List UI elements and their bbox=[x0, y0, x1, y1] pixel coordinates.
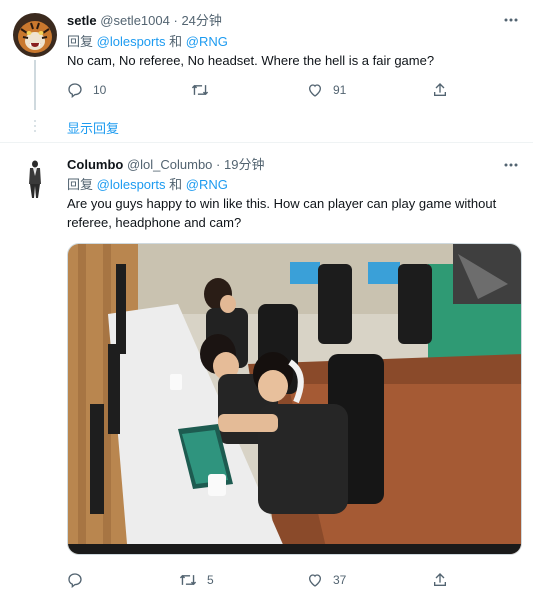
tweet-header: setle @setle1004 · 24分钟 bbox=[67, 12, 222, 29]
reply-prefix: 回复 bbox=[67, 177, 94, 192]
share-icon bbox=[434, 83, 446, 96]
mention-rng[interactable]: @RNG bbox=[186, 34, 228, 49]
standing-man-avatar[interactable] bbox=[13, 156, 57, 200]
tweet-text: Are you guys happy to win like this. How… bbox=[67, 196, 497, 230]
heart-icon bbox=[308, 574, 322, 587]
reply-button[interactable] bbox=[67, 570, 93, 590]
tweet-actions: 5 37 bbox=[67, 570, 467, 590]
user-handle[interactable]: @setle1004 bbox=[100, 13, 170, 28]
reply-button[interactable]: 10 bbox=[67, 80, 106, 100]
separator-dot: · bbox=[216, 157, 221, 172]
esports-stage-photo bbox=[68, 244, 521, 554]
separator-dot: · bbox=[173, 13, 178, 28]
more-options-icon[interactable] bbox=[503, 157, 519, 173]
timestamp[interactable]: 19分钟 bbox=[224, 157, 264, 172]
reply-icon bbox=[68, 83, 82, 98]
tweet-setle[interactable]: setle @setle1004 · 24分钟 回复 @lolesports 和… bbox=[0, 0, 533, 142]
tweet-text: No cam, No referee, No headset. Where th… bbox=[67, 53, 435, 68]
display-name[interactable]: setle bbox=[67, 13, 97, 28]
tweet-columbo[interactable]: Columbo @lol_Columbo · 19分钟 回复 @lolespor… bbox=[0, 142, 533, 594]
replying-to: 回复 @lolesports 和 @RNG bbox=[67, 176, 228, 193]
tiger-avatar[interactable] bbox=[13, 13, 57, 57]
like-button[interactable]: 37 bbox=[307, 570, 346, 590]
share-button[interactable] bbox=[432, 570, 448, 590]
reply-joiner: 和 bbox=[169, 177, 183, 192]
like-count: 91 bbox=[333, 83, 347, 97]
heart-icon bbox=[308, 84, 322, 97]
retweet-count: 5 bbox=[207, 573, 214, 587]
standing-man-avatar-image bbox=[13, 156, 57, 200]
reply-prefix: 回复 bbox=[67, 34, 94, 49]
show-replies-link[interactable]: 显示回复 bbox=[67, 118, 119, 137]
tweet-media-image[interactable] bbox=[67, 243, 522, 555]
reply-joiner: 和 bbox=[169, 34, 183, 49]
retweet-icon bbox=[191, 84, 209, 96]
tweet-actions: 10 91 bbox=[67, 80, 467, 100]
share-icon bbox=[434, 573, 446, 586]
like-count: 37 bbox=[333, 573, 347, 587]
more-options-icon[interactable] bbox=[503, 12, 519, 28]
thread-line bbox=[34, 60, 36, 110]
tweet-header: Columbo @lol_Columbo · 19分钟 bbox=[67, 156, 264, 173]
retweet-button[interactable] bbox=[191, 80, 219, 100]
retweet-button[interactable]: 5 bbox=[179, 570, 214, 590]
mention-lolesports[interactable]: @lolesports bbox=[97, 34, 166, 49]
tiger-avatar-image bbox=[13, 13, 57, 57]
like-button[interactable]: 91 bbox=[307, 80, 346, 100]
replying-to: 回复 @lolesports 和 @RNG bbox=[67, 33, 228, 50]
mention-rng[interactable]: @RNG bbox=[186, 177, 228, 192]
timestamp[interactable]: 24分钟 bbox=[181, 13, 221, 28]
reply-count: 10 bbox=[93, 83, 107, 97]
mention-lolesports[interactable]: @lolesports bbox=[97, 177, 166, 192]
user-handle[interactable]: @lol_Columbo bbox=[127, 157, 212, 172]
reply-icon bbox=[68, 573, 82, 588]
share-button[interactable] bbox=[432, 80, 448, 100]
thread-dots bbox=[33, 120, 37, 134]
display-name[interactable]: Columbo bbox=[67, 157, 123, 172]
retweet-icon bbox=[179, 574, 197, 586]
